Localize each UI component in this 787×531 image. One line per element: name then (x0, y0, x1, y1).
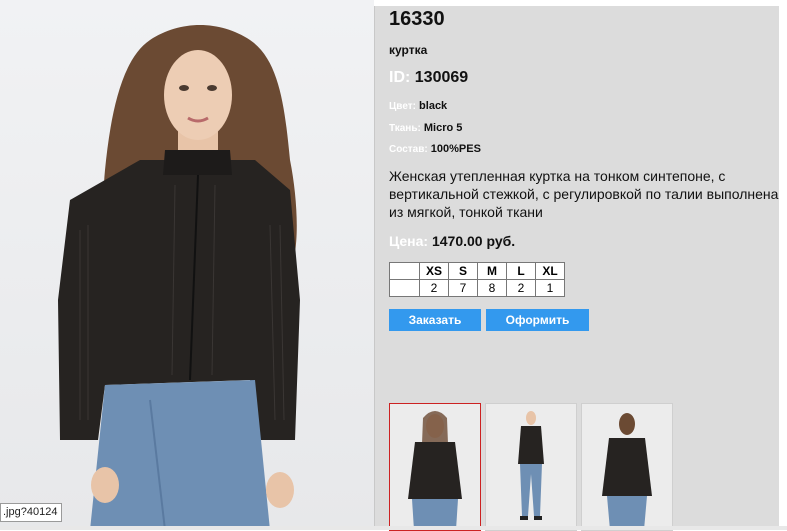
id-value: 130069 (414, 69, 469, 86)
size-header: M (477, 262, 507, 280)
size-header: XL (535, 262, 565, 280)
size-count: 7 (448, 279, 478, 297)
image-url-tooltip: .jpg?40124 (0, 503, 63, 522)
size-count: 2 (419, 279, 449, 297)
attribute-composition: Состав: 100%PES (389, 143, 481, 155)
attribute-label: Цвет: (389, 101, 416, 112)
attribute-value: 100%PES (430, 143, 481, 155)
thumbnail-back-view[interactable] (581, 403, 673, 531)
product-number: 16330 (389, 8, 445, 30)
size-header-row: XS S M L XL (389, 262, 565, 280)
price-value: 1470.00 руб. (431, 233, 516, 249)
table-corner-cell (389, 262, 420, 280)
checkout-button[interactable]: Оформить (486, 309, 589, 331)
attribute-fabric: Ткань: Micro 5 (389, 122, 462, 134)
table-row-label-cell (389, 279, 420, 297)
order-button[interactable]: Заказать (389, 309, 481, 331)
size-count: 2 (506, 279, 536, 297)
size-header: S (448, 262, 478, 280)
product-price: Цена: 1470.00 руб. (389, 233, 515, 249)
product-details-panel: 16330 куртка ID: 130069 Цвет: black Ткан… (374, 6, 780, 531)
attribute-value: black (419, 100, 448, 112)
price-label: Цена: (389, 233, 429, 249)
size-availability-table: XS S M L XL 2 7 8 2 1 (389, 262, 565, 297)
attribute-value: Micro 5 (423, 122, 463, 134)
size-header: XS (419, 262, 449, 280)
id-label: ID: (389, 69, 411, 86)
product-description: Женская утепленная куртка на тонком синт… (389, 168, 779, 220)
size-count: 8 (477, 279, 507, 297)
size-count-row: 2 7 8 2 1 (389, 279, 565, 297)
page-edge (779, 0, 787, 530)
product-id: ID: 130069 (389, 69, 468, 87)
product-category: куртка (389, 43, 428, 57)
attribute-label: Ткань: (389, 123, 421, 134)
main-product-photo[interactable] (0, 0, 374, 530)
size-count: 1 (535, 279, 565, 297)
size-header: L (506, 262, 536, 280)
thumbnail-front-view[interactable] (389, 403, 481, 531)
page-bottom-strip (0, 526, 787, 530)
attribute-color: Цвет: black (389, 100, 447, 112)
thumbnail-full-body-view[interactable] (485, 403, 577, 531)
attribute-label: Состав: (389, 144, 428, 155)
